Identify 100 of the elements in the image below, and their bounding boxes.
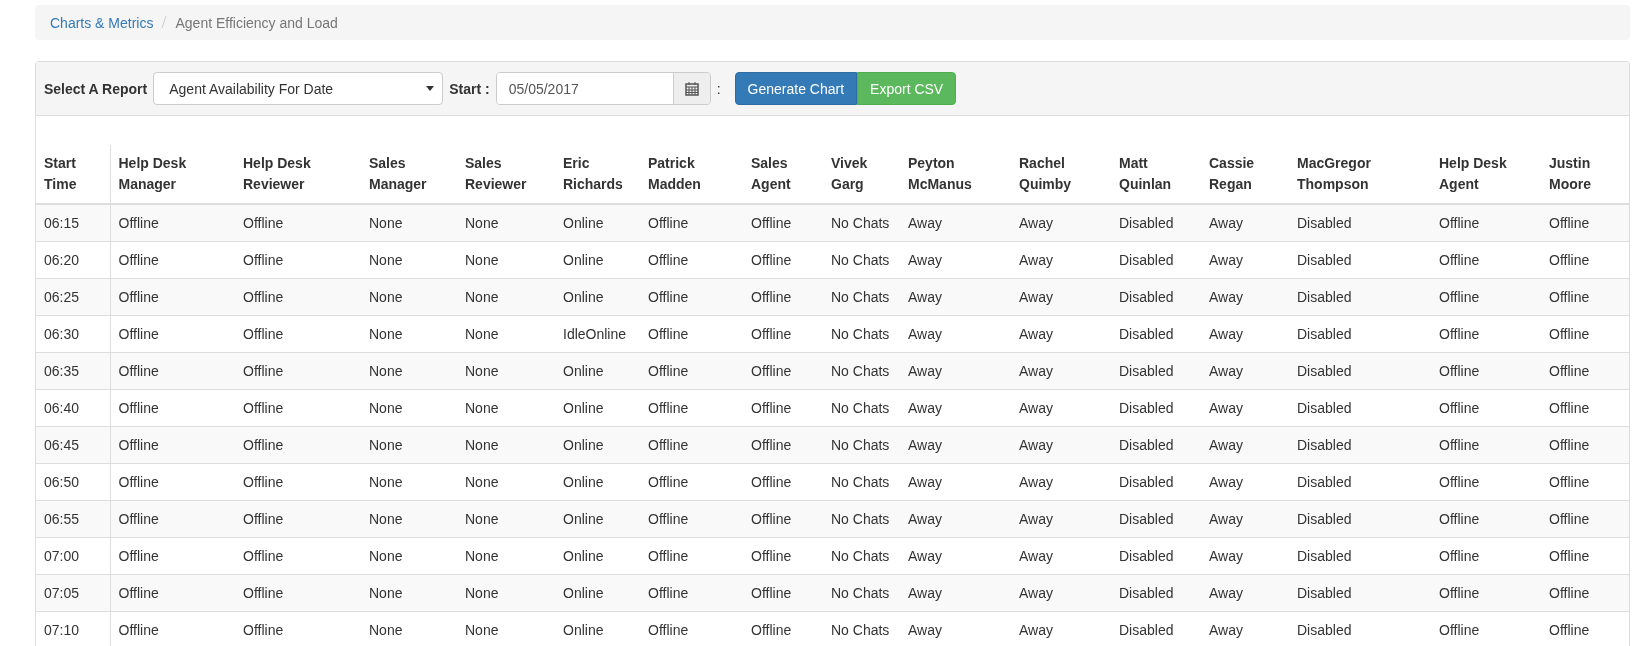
table-cell: Online xyxy=(555,463,640,501)
table-cell: Away xyxy=(1011,278,1111,316)
table-cell: Offline xyxy=(640,204,743,242)
table-cell: Online xyxy=(555,426,640,464)
table-cell: Disabled xyxy=(1111,278,1201,316)
table-cell: Disabled xyxy=(1111,537,1201,575)
table-cell: Away xyxy=(1011,389,1111,427)
table-cell: Disabled xyxy=(1111,204,1201,242)
table-cell: 06:30 xyxy=(36,315,110,353)
report-select[interactable]: Agent Availability For Date xyxy=(153,72,444,105)
table-cell: Offline xyxy=(743,500,823,538)
start-label: Start : xyxy=(449,80,490,97)
table-cell: Offline xyxy=(110,204,235,242)
table-cell: Disabled xyxy=(1111,315,1201,353)
table-cell: Offline xyxy=(1431,352,1541,390)
table-cell: None xyxy=(457,352,555,390)
generate-button[interactable]: Generate Chart xyxy=(734,72,858,105)
table-cell: Away xyxy=(1201,463,1289,501)
table-cell: Offline xyxy=(640,278,743,316)
table-cell: Offline xyxy=(1541,500,1629,538)
table-cell: 06:35 xyxy=(36,352,110,390)
table-cell: No Chats xyxy=(823,352,900,390)
table-cell: Away xyxy=(1011,352,1111,390)
table-cell: Offline xyxy=(640,315,743,353)
table-cell: Away xyxy=(1201,574,1289,612)
table-cell: Disabled xyxy=(1289,352,1431,390)
table-cell: Offline xyxy=(743,315,823,353)
table-cell: None xyxy=(361,241,457,279)
table-cell: No Chats xyxy=(823,574,900,612)
table-cell: Offline xyxy=(640,611,743,646)
table-cell: Offline xyxy=(1431,241,1541,279)
table-cell: Offline xyxy=(1431,500,1541,538)
table-cell: Offline xyxy=(640,463,743,501)
table-cell: Offline xyxy=(1541,574,1629,612)
export-button[interactable]: Export CSV xyxy=(857,72,957,105)
table-cell: Offline xyxy=(640,574,743,612)
table-cell: Away xyxy=(900,204,1011,242)
table-cell: Offline xyxy=(1541,241,1629,279)
table-cell: No Chats xyxy=(823,278,900,316)
table-cell: Offline xyxy=(110,315,235,353)
table-cell: Disabled xyxy=(1289,574,1431,612)
table-cell: Away xyxy=(1011,500,1111,538)
table-cell: Disabled xyxy=(1289,278,1431,316)
table-cell: None xyxy=(457,315,555,353)
table-cell: Offline xyxy=(1541,426,1629,464)
table-cell: Offline xyxy=(110,611,235,646)
table-cell: Offline xyxy=(743,204,823,242)
table-cell: Disabled xyxy=(1289,500,1431,538)
table-cell: Offline xyxy=(640,537,743,575)
table-cell: Away xyxy=(1201,352,1289,390)
table-cell: Away xyxy=(1201,389,1289,427)
table-cell: None xyxy=(457,611,555,646)
table-cell: Away xyxy=(900,352,1011,390)
table-cell: Online xyxy=(555,352,640,390)
table-cell: Offline xyxy=(235,574,361,612)
table-cell: None xyxy=(361,463,457,501)
table-cell: Away xyxy=(900,278,1011,316)
table-cell: Offline xyxy=(235,204,361,242)
table-cell: Offline xyxy=(1541,611,1629,646)
table-cell: Away xyxy=(900,241,1011,279)
table-cell: Away xyxy=(1201,204,1289,242)
table-cell: Offline xyxy=(110,463,235,501)
table-cell: 06:15 xyxy=(36,204,110,242)
table-cell: Online xyxy=(555,500,640,538)
table-cell: No Chats xyxy=(823,426,900,464)
table-cell: 07:05 xyxy=(36,574,110,612)
table-cell: Disabled xyxy=(1289,241,1431,279)
table-cell: No Chats xyxy=(823,241,900,279)
table-cell: Away xyxy=(1011,426,1111,464)
table-cell: Online xyxy=(555,537,640,575)
table-cell: Online xyxy=(555,574,640,612)
table-cell: Offline xyxy=(1541,389,1629,427)
table-cell: None xyxy=(361,574,457,612)
table-cell: Offline xyxy=(110,389,235,427)
table-cell: None xyxy=(361,389,457,427)
table-cell: Offline xyxy=(110,278,235,316)
table-cell: Offline xyxy=(640,426,743,464)
table-cell: Offline xyxy=(1541,278,1629,316)
table-cell: None xyxy=(361,537,457,575)
table-cell: Away xyxy=(1011,315,1111,353)
table-cell: Offline xyxy=(640,352,743,390)
breadcrumb-link[interactable]: Charts & Metrics xyxy=(50,14,154,31)
table-cell: Online xyxy=(555,241,640,279)
table-cell: Away xyxy=(900,574,1011,612)
separator-text: : xyxy=(716,80,721,97)
table-cell: Offline xyxy=(1431,389,1541,427)
calendar-icon xyxy=(684,81,699,96)
table-cell: None xyxy=(361,315,457,353)
table-cell: 07:10 xyxy=(36,611,110,646)
date-field[interactable]: 05/05/2017 xyxy=(495,72,711,105)
table-cell: Offline xyxy=(1431,315,1541,353)
table-cell: 07:00 xyxy=(36,537,110,575)
table-cell: Offline xyxy=(640,389,743,427)
table-cell: Away xyxy=(1201,426,1289,464)
table-cell: Disabled xyxy=(1111,463,1201,501)
table-cell: Online xyxy=(555,204,640,242)
table-cell: Away xyxy=(1011,537,1111,575)
table-cell: Disabled xyxy=(1111,352,1201,390)
table-cell: Offline xyxy=(110,241,235,279)
table-cell: Offline xyxy=(743,278,823,316)
